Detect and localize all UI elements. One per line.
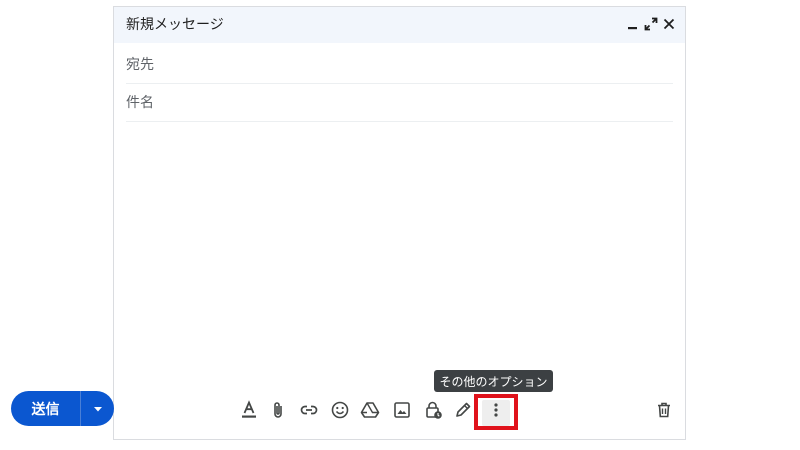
more-options-tooltip: その他のオプション: [434, 370, 553, 392]
fullscreen-button[interactable]: [642, 15, 660, 33]
insert-drive-button[interactable]: [358, 398, 382, 422]
compose-window: 新規メッセージ 宛先 件名: [113, 6, 686, 440]
send-button[interactable]: 送信: [11, 391, 80, 426]
photo-icon: [394, 402, 410, 418]
delete-icon: [658, 402, 670, 418]
minimize-icon: [628, 27, 637, 30]
close-button[interactable]: [660, 15, 678, 33]
to-label: 宛先: [126, 57, 154, 73]
attach-button[interactable]: [266, 398, 290, 422]
fullscreen-icon: [644, 17, 658, 31]
emoji-icon: [331, 401, 349, 419]
emoji-button[interactable]: [328, 398, 352, 422]
compose-header: 新規メッセージ: [114, 7, 685, 43]
insert-photo-button[interactable]: [390, 398, 414, 422]
text-format-icon: [242, 400, 256, 418]
signature-button[interactable]: [451, 398, 475, 422]
compose-title: 新規メッセージ: [126, 17, 224, 33]
drive-icon: [360, 402, 380, 418]
link-icon: [300, 405, 318, 415]
formatting-button[interactable]: [237, 398, 261, 422]
subject-field[interactable]: 件名: [126, 84, 673, 122]
to-field[interactable]: 宛先: [126, 46, 673, 84]
send-button-group: 送信: [11, 391, 114, 426]
discard-draft-button[interactable]: [652, 398, 676, 422]
caret-down-icon: [93, 406, 102, 411]
confidential-mode-button[interactable]: [421, 398, 445, 422]
confidential-mode-icon: [426, 401, 442, 419]
close-icon: [663, 18, 675, 30]
minimize-button[interactable]: [624, 15, 642, 33]
message-body[interactable]: [126, 123, 673, 388]
insert-link-button[interactable]: [297, 398, 321, 422]
subject-label: 件名: [126, 95, 154, 111]
highlight-box: [474, 394, 518, 430]
signature-icon: [456, 402, 471, 417]
send-options-button[interactable]: [81, 391, 114, 426]
attach-icon: [274, 402, 282, 418]
